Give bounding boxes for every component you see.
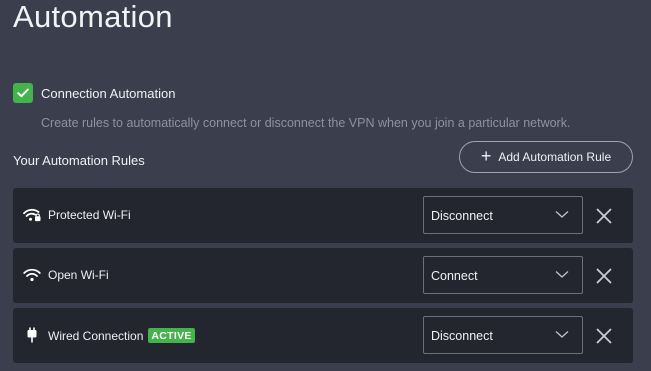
ethernet-icon <box>23 327 41 343</box>
rules-section-title: Your Automation Rules <box>13 153 145 168</box>
automation-page: Automation Connection Automation Create … <box>0 0 651 371</box>
rule-row-open-wifi: Open Wi-Fi Connect <box>13 248 633 303</box>
remove-rule-button[interactable] <box>595 267 613 285</box>
rule-name: Open Wi-Fi <box>48 268 109 282</box>
rule-row-wired-connection: Wired Connection ACTIVE Disconnect <box>13 308 633 363</box>
rule-name: Wired Connection <box>48 328 144 343</box>
rule-action-value: Disconnect <box>431 209 493 223</box>
rule-action-value: Disconnect <box>431 329 493 343</box>
rule-action-select[interactable]: Disconnect <box>423 196 583 234</box>
plus-icon: + <box>480 146 492 166</box>
connection-automation-toggle[interactable]: Connection Automation <box>13 83 175 103</box>
connection-automation-description: Create rules to automatically connect or… <box>41 116 571 130</box>
remove-rule-button[interactable] <box>595 207 613 225</box>
rule-action-value: Connect <box>431 269 478 283</box>
wifi-icon <box>23 267 41 283</box>
rule-action-select[interactable]: Disconnect <box>423 316 583 354</box>
wifi-lock-icon <box>23 207 41 223</box>
connection-automation-checkbox[interactable] <box>13 83 33 103</box>
rule-name: Protected Wi-Fi <box>48 208 131 222</box>
connection-automation-label: Connection Automation <box>41 85 176 101</box>
page-title: Automation <box>13 0 173 34</box>
active-badge: ACTIVE <box>148 328 195 343</box>
checkmark-icon <box>17 88 29 98</box>
add-automation-rule-label: Add Automation Rule <box>498 150 612 164</box>
rule-label: Wired Connection ACTIVE <box>48 328 195 343</box>
chevron-down-icon <box>555 331 569 338</box>
rule-action-select[interactable]: Connect <box>423 256 583 294</box>
chevron-down-icon <box>555 271 569 278</box>
rule-label: Open Wi-Fi <box>48 268 109 282</box>
chevron-down-icon <box>555 211 569 218</box>
add-automation-rule-button[interactable]: + Add Automation Rule <box>459 141 633 173</box>
rule-row-protected-wifi: Protected Wi-Fi Disconnect <box>13 188 633 243</box>
rule-label: Protected Wi-Fi <box>48 208 131 222</box>
remove-rule-button[interactable] <box>595 327 613 345</box>
